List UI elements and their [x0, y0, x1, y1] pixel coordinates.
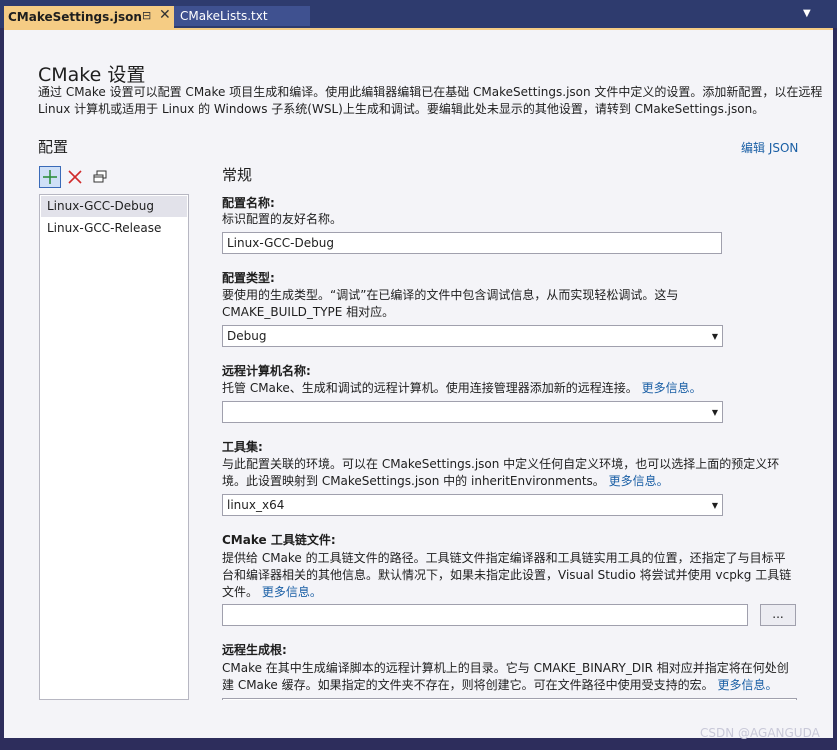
delete-icon — [68, 170, 82, 184]
pin-icon[interactable]: ⊟ — [142, 9, 151, 22]
tab-cmakesettings-json[interactable]: CMakeSettings.json ⊟ ✕ — [4, 6, 174, 28]
remote-build-root-desc-text: CMake 在其中生成编译脚本的远程计算机上的目录。它与 CMAKE_BINAR… — [222, 661, 789, 692]
toolset-desc-text: 与此配置关联的环境。可以在 CMakeSettings.json 中定义任何自定… — [222, 457, 780, 488]
tab-label: CMakeSettings.json — [8, 10, 142, 24]
page-title: CMake 设置 — [38, 64, 146, 86]
remote-machine-label: 远程计算机名称: — [222, 364, 311, 378]
general-settings-form: 常规 配置名称: 标识配置的友好名称。 Linux-GCC-Debug 配置类型… — [222, 164, 802, 700]
toolset-label: 工具集: — [222, 440, 263, 454]
document-tab-strip: CMakeSettings.json ⊟ ✕ CMakeLists.txt ▼ — [0, 0, 837, 28]
toolset-more-info-link[interactable]: 更多信息。 — [609, 474, 669, 488]
remote-machine-desc: 托管 CMake、生成和调试的远程计算机。使用连接管理器添加新的远程连接。 更多… — [222, 380, 797, 397]
remote-build-root-input[interactable] — [222, 698, 797, 700]
chevron-down-icon: ▼ — [711, 501, 718, 510]
toolchain-file-label: CMake 工具链文件: — [222, 533, 336, 547]
remote-machine-desc-text: 托管 CMake、生成和调试的远程计算机。使用连接管理器添加新的远程连接。 — [222, 381, 638, 395]
config-name-desc: 标识配置的友好名称。 — [222, 212, 343, 226]
toolset-select[interactable]: linux_x64 ▼ — [222, 494, 723, 516]
page-description: 通过 CMake 设置可以配置 CMake 项目生成和编译。使用此编辑器编辑已在… — [38, 85, 823, 116]
configurations-title: 配置 — [38, 138, 69, 156]
config-type-value: Debug — [227, 329, 267, 343]
config-toolbar — [39, 166, 111, 188]
copy-icon — [93, 170, 107, 183]
toolset-desc: 与此配置关联的环境。可以在 CMakeSettings.json 中定义任何自定… — [222, 456, 797, 490]
add-config-button[interactable] — [39, 166, 61, 188]
tab-label: CMakeLists.txt — [180, 9, 268, 23]
config-type-label: 配置类型: — [222, 271, 275, 285]
watermark: CSDN @AGANGUDA — [700, 726, 820, 740]
config-type-desc: 要使用的生成类型。“调试”在已编译的文件中包含调试信息，从而实现轻松调试。这与 … — [222, 288, 679, 319]
toolchain-more-info-link[interactable]: 更多信息。 — [262, 585, 322, 599]
config-item-linux-gcc-release[interactable]: Linux-GCC-Release — [41, 218, 187, 239]
tab-cmakelists-txt[interactable]: CMakeLists.txt — [174, 6, 310, 26]
config-type-select[interactable]: Debug ▼ — [222, 325, 723, 347]
toolchain-browse-button[interactable]: ... — [760, 604, 796, 626]
remote-build-root-desc: CMake 在其中生成编译脚本的远程计算机上的目录。它与 CMAKE_BINAR… — [222, 660, 797, 694]
toolset-value: linux_x64 — [227, 498, 285, 512]
config-list: Linux-GCC-Debug Linux-GCC-Release — [39, 194, 189, 700]
plus-icon — [43, 170, 57, 184]
chevron-down-icon: ▼ — [711, 332, 718, 341]
remove-config-button[interactable] — [64, 166, 86, 188]
cmake-settings-editor: CMake 设置 通过 CMake 设置可以配置 CMake 项目生成和编译。使… — [4, 30, 833, 738]
toolchain-file-desc: 提供给 CMake 的工具链文件的路径。工具链文件指定编译器和工具链实用工具的位… — [222, 550, 797, 601]
remote-machine-more-info-link[interactable]: 更多信息。 — [642, 381, 702, 395]
copy-config-button[interactable] — [89, 166, 111, 188]
toolchain-file-input[interactable] — [222, 604, 748, 626]
chevron-down-icon: ▼ — [711, 408, 718, 417]
config-name-input[interactable]: Linux-GCC-Debug — [222, 232, 722, 254]
config-item-linux-gcc-debug[interactable]: Linux-GCC-Debug — [41, 196, 187, 217]
remote-build-root-more-info-link[interactable]: 更多信息。 — [717, 678, 777, 692]
general-heading: 常规 — [222, 166, 253, 184]
close-icon[interactable]: ✕ — [159, 7, 171, 23]
edit-json-link[interactable]: 编辑 JSON — [741, 139, 798, 156]
remote-build-root-label: 远程生成根: — [222, 643, 287, 657]
tab-dropdown-icon[interactable]: ▼ — [803, 8, 811, 19]
config-name-label: 配置名称: — [222, 196, 275, 210]
remote-machine-select[interactable]: ▼ — [222, 401, 723, 423]
